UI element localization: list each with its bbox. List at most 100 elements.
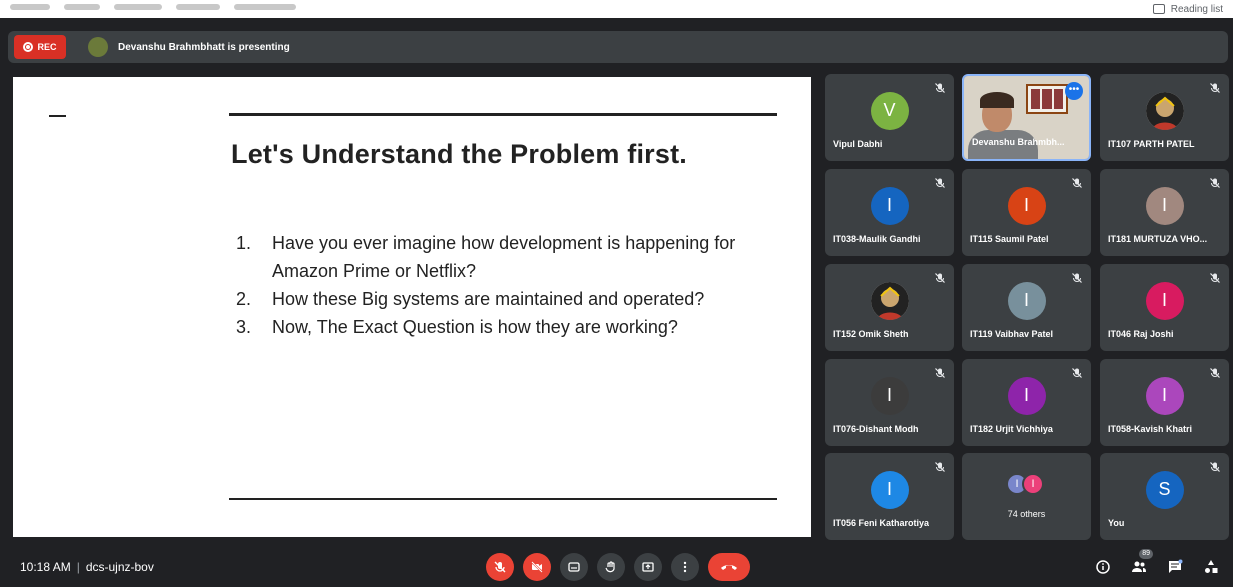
avatar: V (870, 91, 909, 130)
participant-name: IT115 Saumil Patel (970, 234, 1049, 244)
avatar: I (870, 376, 909, 415)
avatar: I (1007, 281, 1046, 320)
others-count-label: 74 others (1007, 509, 1046, 519)
mic-off-icon (494, 561, 506, 573)
slide-rule-top (229, 113, 777, 116)
more-vert-icon (683, 561, 687, 573)
chat-icon (1169, 559, 1183, 573)
camera-off-button[interactable] (523, 553, 551, 581)
participant-tile[interactable]: I I 74 others (962, 453, 1091, 540)
presenter-hair (980, 92, 1014, 108)
mic-off-icon (1209, 176, 1221, 188)
participant-tile[interactable]: I IT058-Kavish Khatri (1100, 359, 1229, 446)
recording-badge[interactable]: REC (14, 35, 66, 59)
presentation-slide: Let's Understand the Problem first. 1. H… (13, 77, 811, 537)
rec-label: REC (37, 42, 57, 52)
more-options-button[interactable] (671, 553, 699, 581)
raise-hand-button[interactable] (597, 553, 625, 581)
slide-dash (49, 115, 66, 117)
avatar: I (1145, 281, 1184, 320)
mic-off-icon (934, 366, 946, 378)
mic-off-icon (934, 271, 946, 283)
participant-tile[interactable]: I IT056 Feni Katharotiya (825, 453, 954, 540)
end-call-button[interactable] (708, 553, 750, 581)
captions-icon (568, 562, 580, 572)
participant-tile[interactable]: S You (1100, 453, 1229, 540)
mic-off-icon (934, 81, 946, 93)
participant-name: IT119 Vaibhav Patel (970, 329, 1054, 339)
present-icon (642, 562, 654, 572)
participant-name: IT046 Raj Joshi (1108, 329, 1174, 339)
chat-button[interactable] (1165, 557, 1185, 577)
mic-off-icon (1209, 460, 1221, 472)
participant-tile[interactable]: I IT076-Dishant Modh (825, 359, 954, 446)
slide-list-item: 2. How these Big systems are maintained … (236, 285, 772, 313)
participant-tile[interactable]: I IT115 Saumil Patel (962, 169, 1091, 256)
meeting-controls-bar: 10:18 AM | dcs-ujnz-bov 89 (0, 547, 1233, 587)
people-icon (1132, 561, 1146, 572)
list-text: Now, The Exact Question is how they are … (272, 317, 678, 337)
hand-icon (605, 561, 615, 573)
activities-button[interactable] (1201, 557, 1221, 577)
wall-painting (1026, 84, 1068, 114)
people-count-badge: 89 (1139, 549, 1153, 559)
participant-tile[interactable]: I IT038-Maulik Gandhi (825, 169, 954, 256)
slide-list: 1. Have you ever imagine how development… (236, 229, 772, 341)
list-text: Have you ever imagine how development is… (272, 233, 736, 281)
participant-tile[interactable]: IT107 PARTH PATEL (1100, 74, 1229, 161)
participant-tile[interactable]: I IT119 Vaibhav Patel (962, 264, 1091, 351)
activities-icon (1205, 560, 1218, 573)
meeting-code: dcs-ujnz-bov (85, 560, 154, 574)
participant-name: IT152 Omik Sheth (833, 329, 909, 339)
participant-name: You (1108, 518, 1125, 528)
avatar: I (1145, 186, 1184, 225)
people-button[interactable]: 89 (1129, 549, 1153, 577)
presenting-bar: REC Devanshu Brahmbhatt is presenting (8, 31, 1228, 63)
list-text: How these Big systems are maintained and… (272, 289, 705, 309)
list-number: 2. (236, 289, 252, 309)
presenter-info: Devanshu Brahmbhatt is presenting (88, 37, 290, 57)
participant-name: IT107 PARTH PATEL (1108, 139, 1195, 149)
participant-name: IT056 Feni Katharotiya (833, 518, 930, 528)
camera-off-icon (531, 561, 543, 573)
mic-off-icon (934, 176, 946, 188)
participant-name: IT076-Dishant Modh (833, 424, 919, 434)
mic-off-icon (1071, 366, 1083, 378)
info-icon (1096, 560, 1110, 574)
participant-tile[interactable]: I IT046 Raj Joshi (1100, 264, 1229, 351)
profile-image (1145, 91, 1184, 130)
participant-tile[interactable]: V Vipul Dabhi (825, 74, 954, 161)
profile-image (870, 281, 909, 320)
mic-off-icon (1209, 271, 1221, 283)
participant-name: Vipul Dabhi (833, 139, 883, 149)
participant-name: IT038-Maulik Gandhi (833, 234, 921, 244)
mic-off-icon (1071, 176, 1083, 188)
participant-tile[interactable]: ••• Devanshu Brahmbh... (962, 74, 1091, 161)
presenter-avatar (88, 37, 108, 57)
reading-list[interactable]: Reading list (1152, 0, 1223, 18)
participant-tile[interactable]: I IT181 MURTUZA VHO... (1100, 169, 1229, 256)
side-controls: 89 (1093, 549, 1221, 577)
captions-button[interactable] (560, 553, 588, 581)
participant-tile[interactable]: IT152 Omik Sheth (825, 264, 954, 351)
meeting-info: 10:18 AM | dcs-ujnz-bov (20, 560, 154, 574)
reading-list-icon (1152, 4, 1165, 14)
slide-rule-bottom (229, 498, 777, 500)
tile-more-options-button[interactable]: ••• (1065, 82, 1083, 100)
participant-name: IT181 MURTUZA VHO... (1108, 234, 1208, 244)
meeting-details-button[interactable] (1093, 557, 1113, 577)
bookmarks-bar: Reading list (0, 0, 1233, 18)
slide-list-item: 3. Now, The Exact Question is how they a… (236, 313, 772, 341)
list-number: 3. (236, 317, 252, 337)
mic-off-icon (934, 460, 946, 472)
participant-name: Devanshu Brahmbh... (972, 137, 1065, 147)
mic-off-icon (1209, 366, 1221, 378)
phone-hangup-icon (721, 565, 737, 570)
slide-title: Let's Understand the Problem first. (231, 139, 687, 169)
present-button[interactable] (634, 553, 662, 581)
bookmark-items[interactable] (10, 4, 296, 10)
mic-off-button[interactable] (486, 553, 514, 581)
participant-tile[interactable]: I IT182 Urjit Vichhiya (962, 359, 1091, 446)
avatar: S (1145, 470, 1184, 509)
avatar: I (1007, 186, 1046, 225)
